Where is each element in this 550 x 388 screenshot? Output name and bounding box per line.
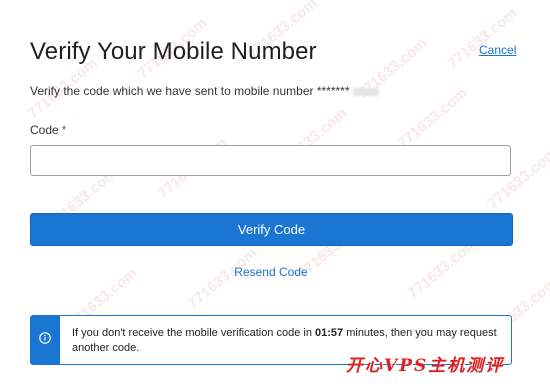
code-label-text: Code xyxy=(30,123,59,137)
required-asterisk: * xyxy=(61,123,67,137)
verify-code-button[interactable]: Verify Code xyxy=(30,213,513,246)
instruction-label: Verify the code which we have sent to mo… xyxy=(30,84,350,98)
watermark-stamp: 771633.com xyxy=(394,84,471,153)
blurred-number-tail xyxy=(352,87,379,96)
instruction-text: Verify the code which we have sent to mo… xyxy=(30,84,379,98)
code-input[interactable] xyxy=(30,145,511,176)
resend-code-link[interactable]: Resend Code xyxy=(0,265,542,279)
cancel-link[interactable]: Cancel xyxy=(479,43,516,57)
corner-watermark: 开心VPS主机测评 xyxy=(346,356,505,376)
notice-text-before: If you don't receive the mobile verifica… xyxy=(72,327,316,339)
info-circle-icon xyxy=(39,332,51,344)
info-strip xyxy=(31,316,60,364)
watermark-stamp: 771633.com xyxy=(444,4,521,73)
countdown-timer: 01:57 xyxy=(315,327,344,339)
page-title: Verify Your Mobile Number xyxy=(30,38,317,65)
code-field-label: Code * xyxy=(30,123,66,137)
